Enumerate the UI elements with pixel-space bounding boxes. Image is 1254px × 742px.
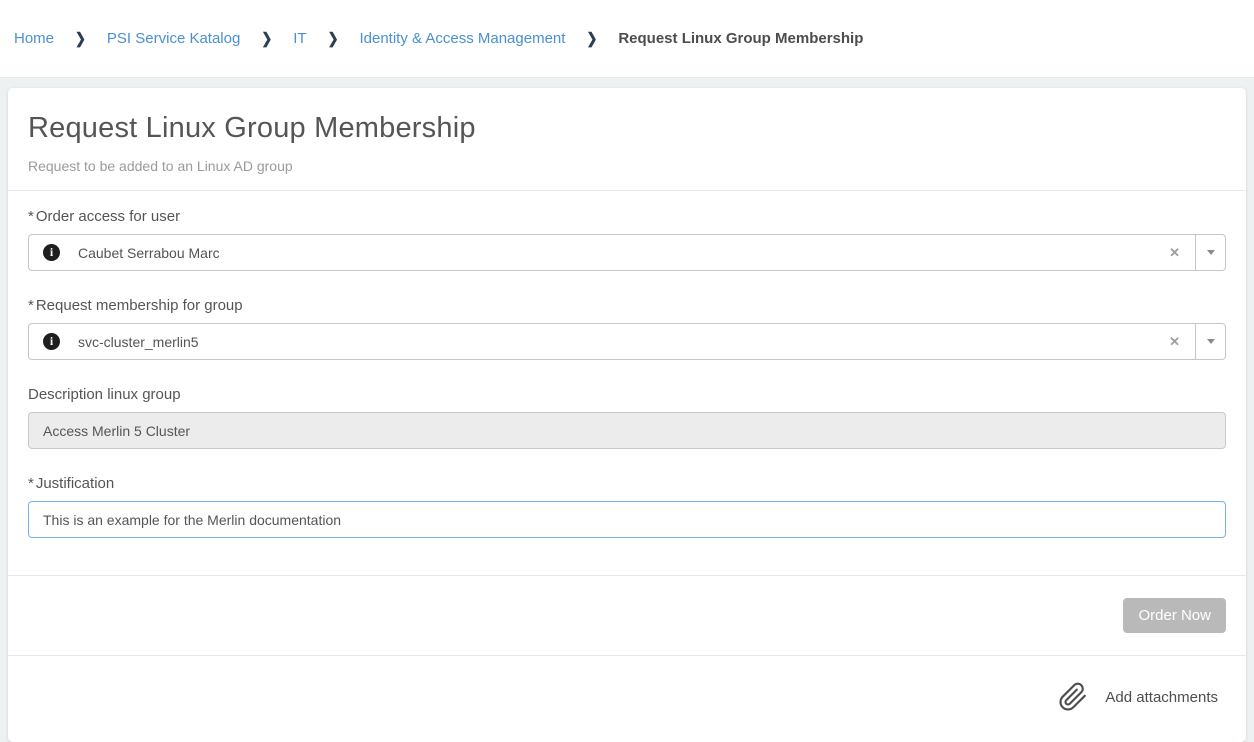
- info-circle-icon: i: [43, 244, 60, 261]
- breadcrumb-link-home[interactable]: Home: [14, 30, 54, 47]
- clear-selection-icon[interactable]: ✕: [1154, 245, 1195, 261]
- chevron-right-icon: ❯: [261, 29, 272, 47]
- group-dropdown-toggle[interactable]: [1195, 324, 1225, 359]
- field-label-description-text: Description linux group: [28, 386, 181, 403]
- user-dropdown-toggle[interactable]: [1195, 235, 1225, 270]
- required-marker: *: [28, 208, 34, 225]
- field-label-user: *Order access for user: [28, 208, 1226, 225]
- attachments-row: Add attachments: [8, 656, 1246, 742]
- field-group-justification: *Justification: [28, 475, 1226, 538]
- required-marker: *: [28, 475, 34, 492]
- chevron-right-icon: ❯: [328, 29, 339, 47]
- field-label-description: Description linux group: [28, 386, 1226, 403]
- breadcrumb-current-page: Request Linux Group Membership: [618, 30, 863, 47]
- field-label-group-text: Request membership for group: [36, 297, 243, 314]
- breadcrumb: Home ❯ PSI Service Katalog ❯ IT ❯ Identi…: [14, 30, 863, 47]
- info-icon-glyph: i: [50, 334, 53, 349]
- field-label-group: *Request membership for group: [28, 297, 1226, 314]
- clear-selection-icon[interactable]: ✕: [1154, 334, 1195, 350]
- field-group-user: *Order access for user i Caubet Serrabou…: [28, 208, 1226, 271]
- form-actions: Order Now: [8, 576, 1246, 656]
- page-title: Request Linux Group Membership: [28, 112, 1226, 145]
- user-combobox-value: Caubet Serrabou Marc: [78, 245, 1154, 261]
- required-marker: *: [28, 297, 34, 314]
- breadcrumb-link-it[interactable]: IT: [293, 30, 306, 47]
- group-combobox-value: svc-cluster_merlin5: [78, 334, 1154, 350]
- field-group-group: *Request membership for group i svc-clus…: [28, 297, 1226, 360]
- info-circle-icon: i: [43, 333, 60, 350]
- description-input: [28, 412, 1226, 449]
- breadcrumb-bar: Home ❯ PSI Service Katalog ❯ IT ❯ Identi…: [0, 0, 1254, 78]
- field-label-justification: *Justification: [28, 475, 1226, 492]
- breadcrumb-link-psi-service-katalog[interactable]: PSI Service Katalog: [107, 30, 240, 47]
- caret-down-icon: [1207, 250, 1215, 255]
- form-body: *Order access for user i Caubet Serrabou…: [8, 191, 1246, 576]
- user-combobox[interactable]: i Caubet Serrabou Marc ✕: [28, 234, 1226, 271]
- caret-down-icon: [1207, 339, 1215, 344]
- field-label-user-text: Order access for user: [36, 208, 180, 225]
- justification-input[interactable]: [28, 501, 1226, 538]
- field-group-description: Description linux group: [28, 386, 1226, 449]
- add-attachments-label[interactable]: Add attachments: [1105, 689, 1218, 706]
- request-form-card: Request Linux Group Membership Request t…: [8, 88, 1246, 742]
- page-subtitle: Request to be added to an Linux AD group: [28, 158, 1226, 174]
- paperclip-icon[interactable]: [1058, 682, 1088, 712]
- chevron-right-icon: ❯: [586, 29, 597, 47]
- breadcrumb-link-identity-access-management[interactable]: Identity & Access Management: [359, 30, 565, 47]
- form-header: Request Linux Group Membership Request t…: [8, 88, 1246, 191]
- group-combobox[interactable]: i svc-cluster_merlin5 ✕: [28, 323, 1226, 360]
- info-icon-glyph: i: [50, 245, 53, 260]
- chevron-right-icon: ❯: [75, 29, 86, 47]
- field-label-justification-text: Justification: [36, 475, 114, 492]
- order-now-button[interactable]: Order Now: [1123, 598, 1226, 633]
